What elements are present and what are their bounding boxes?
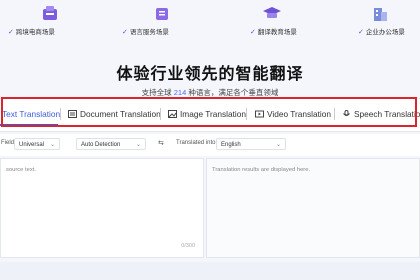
translation-options-bar: Field Universal ⌄ Auto Detection ⌄ ⇆ Trans… <box>0 134 420 156</box>
scenario-education[interactable]: ✓ 翻译教育场景 <box>222 4 322 38</box>
scenario-language-service[interactable]: ✓ 语言服务场景 <box>112 4 212 38</box>
target-language-select[interactable]: English ⌄ <box>216 138 286 150</box>
tab-label: Image Translation <box>180 109 246 119</box>
scenario-label: 企业办公场景 <box>365 29 405 36</box>
tab-label: Text Translation <box>2 109 61 119</box>
page-subtitle: 支持全球 214 种语言，满足各个垂直领域 <box>141 88 279 97</box>
page-footer-area <box>0 262 420 280</box>
image-icon <box>168 110 177 118</box>
check-icon: ✓ <box>250 29 256 36</box>
video-icon <box>255 110 264 118</box>
scenario-label: 跨境电商场景 <box>15 29 55 36</box>
check-icon: ✓ <box>8 29 14 36</box>
scenario-label: 语言服务场景 <box>129 29 169 36</box>
result-placeholder: Translation results are displayed here. <box>212 167 311 173</box>
chevron-down-icon: ⌄ <box>275 142 281 148</box>
scenario-strip: ✓ 跨境电商场景 ✓ 语言服务场景 ✓ 翻译教育场景 ✓ 企业办公场景 <box>0 0 420 40</box>
check-icon: ✓ <box>122 29 128 36</box>
tab-label: Speech Translation <box>354 109 420 119</box>
source-text-panel[interactable]: source text. 0/300 <box>0 158 204 258</box>
chevron-down-icon: ⌄ <box>49 142 55 148</box>
character-counter: 0/300 <box>181 243 195 249</box>
tab-label: Video Translation <box>267 109 331 119</box>
tab-video-translation[interactable]: Video Translation <box>255 104 331 124</box>
scenario-office[interactable]: ✓ 企业办公场景 <box>330 4 420 38</box>
ecommerce-icon <box>43 6 57 20</box>
education-icon <box>263 7 281 18</box>
target-label: Translated into: <box>176 140 218 146</box>
result-panel: Translation results are displayed here. <box>206 158 420 258</box>
tab-speech-translation[interactable]: Speech Translation <box>342 104 420 124</box>
language-service-icon <box>156 8 168 20</box>
field-label: Field <box>1 140 15 146</box>
scenario-label: 翻译教育场景 <box>257 29 297 36</box>
check-icon: ✓ <box>358 29 364 36</box>
page-title: 体验行业领先的智能翻译 <box>116 66 304 83</box>
source-language-select[interactable]: Auto Detection ⌄ <box>76 138 146 150</box>
microphone-icon <box>343 110 350 116</box>
field-select[interactable]: Universal ⌄ <box>14 138 60 150</box>
divider <box>60 108 61 120</box>
scenario-ecommerce[interactable]: ✓ 跨境电商场景 <box>0 4 100 38</box>
divider <box>160 108 161 120</box>
tab-image-translation[interactable]: Image Translation <box>168 104 246 124</box>
chevron-down-icon: ⌄ <box>135 142 141 148</box>
language-count: 214 <box>173 88 187 97</box>
active-tab-indicator <box>0 124 58 126</box>
source-placeholder: source text. <box>6 167 36 173</box>
tab-label: Document Translation <box>80 109 161 119</box>
document-icon <box>68 110 77 118</box>
tab-text-translation[interactable]: Text Translation <box>2 104 60 124</box>
tab-document-translation[interactable]: Document Translation <box>68 104 161 124</box>
office-icon <box>374 8 387 21</box>
divider <box>246 108 247 120</box>
divider <box>334 108 335 120</box>
swap-languages-icon[interactable]: ⇆ <box>158 139 164 147</box>
